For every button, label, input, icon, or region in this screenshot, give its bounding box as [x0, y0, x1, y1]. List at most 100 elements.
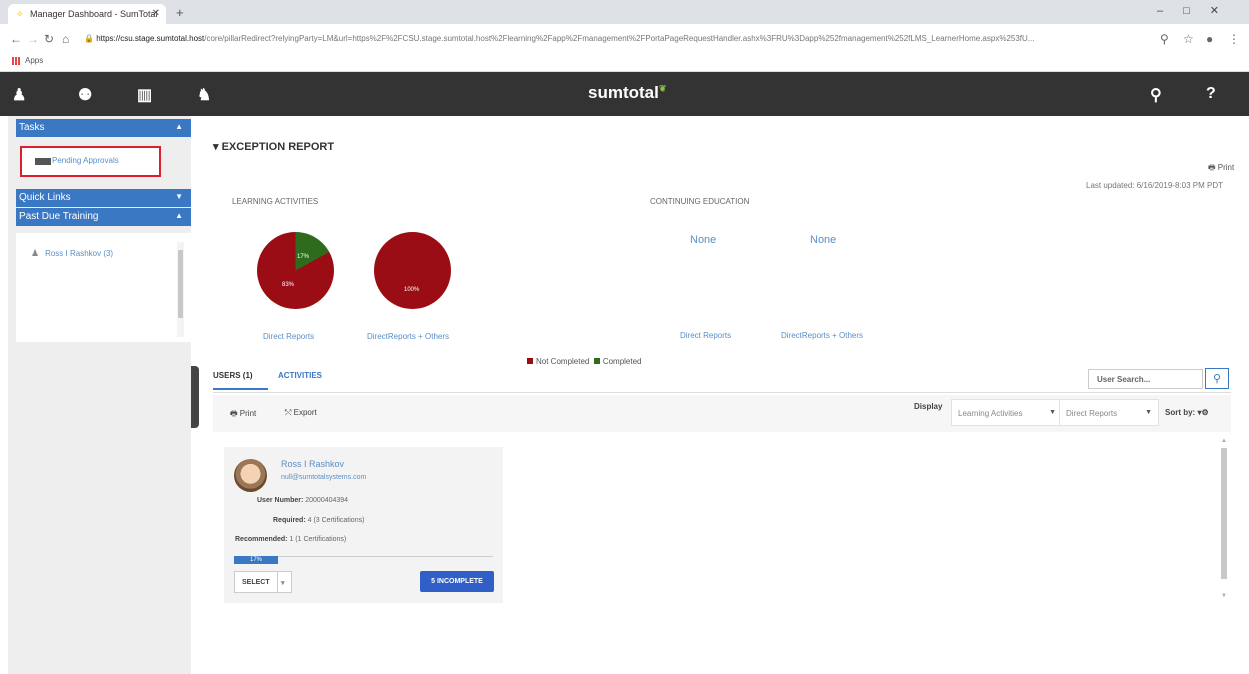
apps-grid-icon[interactable]	[12, 56, 21, 65]
bookmark-star-icon[interactable]: ☆	[1183, 32, 1194, 46]
print-button[interactable]: 🖶 Print	[230, 408, 256, 422]
continuing-education-heading: CONTINUING EDUCATION	[650, 197, 750, 206]
scrollbar-thumb[interactable]	[178, 250, 183, 318]
report-tabs: USERS (1) ACTIVITIES	[213, 368, 1231, 393]
forward-icon[interactable]: →	[27, 32, 39, 46]
new-tab-icon[interactable]: +	[176, 5, 184, 20]
sort-by-label: Sort by:	[1165, 408, 1196, 417]
browser-tab[interactable]: ✧ Manager Dashboard - SumTotal ✕	[8, 4, 166, 24]
user-name-link[interactable]: Ross I Rashkov	[281, 459, 344, 469]
caret-down-icon[interactable]: ▾	[277, 572, 291, 592]
browser-tab-title: Manager Dashboard - SumTotal	[30, 9, 158, 19]
ce-none-direct: None	[690, 234, 717, 246]
user-search-input[interactable]: User Search...	[1088, 369, 1203, 389]
required-value: 4 (3 Certifications)	[307, 517, 365, 524]
app-header: ♟ ⚉ ▥ ♞ sumtotal❦ ⚲ ?	[0, 72, 1249, 116]
scroll-down-icon[interactable]: ▼	[1221, 593, 1227, 599]
scroll-up-icon[interactable]: ▲	[1221, 438, 1227, 444]
menu-icon[interactable]: ⋮	[1228, 32, 1240, 46]
tasks-header[interactable]: Tasks ▲	[16, 119, 191, 137]
tab-users[interactable]: USERS (1)	[213, 371, 268, 390]
past-due-item-label: Ross I Rashkov (3)	[45, 249, 114, 258]
team-icon[interactable]: ⚉	[78, 85, 92, 105]
sort-by-control[interactable]: Sort by: ▾⚙	[1165, 408, 1209, 417]
logo-leaf-icon: ❦	[658, 83, 667, 94]
back-icon[interactable]: ←	[10, 32, 22, 46]
export-icon: ⤲	[285, 408, 292, 417]
print-label: Print	[1217, 163, 1235, 172]
pie-direct-reports[interactable]: 83% 17%	[257, 232, 334, 309]
display-reports-select[interactable]: Direct Reports ▼	[1059, 399, 1159, 426]
progress-fill: 17%	[234, 556, 279, 564]
search-button[interactable]: ⚲	[1205, 368, 1229, 389]
past-due-training-header[interactable]: Past Due Training ▲	[16, 208, 191, 226]
approval-icon	[35, 158, 51, 165]
print-button-label: Print	[239, 409, 257, 418]
logo-text: sumtotal	[588, 83, 659, 102]
pie1-completed-label: 17%	[297, 254, 310, 260]
apps-link[interactable]: Apps	[25, 56, 43, 65]
url-field[interactable]: 🔒 https://csu.stage.sumtotal.host/core/p…	[84, 30, 1194, 48]
user-icon[interactable]: ♟	[12, 85, 26, 105]
scrollbar-thumb[interactable]	[1221, 448, 1227, 579]
caret-down-icon: ▼	[1049, 409, 1056, 416]
chevron-up-icon: ▲	[175, 211, 183, 220]
la-direct-reports-others-link[interactable]: DirectReports + Others	[367, 332, 449, 341]
bookmarks-bar: Apps	[0, 54, 1249, 72]
sidebar-collapse-handle[interactable]	[191, 366, 199, 428]
select-button[interactable]: SELECT ▾	[234, 571, 292, 593]
search-icon[interactable]: ⚲	[1150, 85, 1162, 105]
pending-approvals-label: Pending Approvals	[52, 156, 119, 165]
list-toolbar: 🖶 Print ⤲ Export Display Learning Activi…	[213, 395, 1231, 432]
reload-icon[interactable]: ↻	[44, 32, 54, 46]
sumtotal-logo: sumtotal❦	[588, 83, 666, 103]
print-report-button[interactable]: 🖶 Print	[1208, 162, 1234, 176]
favicon-icon: ✧	[16, 9, 24, 19]
profile-icon[interactable]: ●	[1206, 32, 1213, 46]
user-card: Ross I Rashkov null@sumtotalsystems.com …	[224, 447, 503, 603]
pending-approvals-link[interactable]: Pending Approvals	[20, 146, 161, 177]
recommended-label: Recommended:	[235, 536, 288, 543]
select-label: SELECT	[242, 579, 270, 586]
past-due-item[interactable]: ♟ Ross I Rashkov (3)	[31, 248, 113, 259]
quick-links-label: Quick Links	[19, 192, 71, 203]
tasks-label: Tasks	[19, 122, 45, 133]
user-email-link[interactable]: null@sumtotalsystems.com	[281, 474, 366, 481]
search-icon: ⚲	[1212, 373, 1222, 385]
browser-tab-bar: ✧ Manager Dashboard - SumTotal ✕ + –□✕	[0, 0, 1249, 24]
la-direct-reports-link[interactable]: Direct Reports	[263, 332, 314, 341]
sidebar-scrollbar[interactable]	[177, 242, 184, 337]
display-activities-select[interactable]: Learning Activities ▼	[951, 399, 1063, 426]
pie1-not-completed-label: 83%	[282, 282, 295, 288]
pie-direct-reports-others[interactable]: 100%	[374, 232, 451, 309]
close-tab-icon[interactable]: ✕	[152, 8, 160, 19]
tab-activities[interactable]: ACTIVITIES	[278, 371, 322, 380]
person-icon: ♟	[31, 248, 40, 258]
gear-icon: ▾⚙	[1197, 408, 1209, 417]
sidebar: Tasks ▲ Pending Approvals Quick Links ▼ Pa…	[8, 116, 191, 674]
chart-legend: Not Completed Completed	[527, 357, 642, 366]
ce-direct-reports-others-link[interactable]: DirectReports + Others	[781, 331, 863, 340]
zoom-icon[interactable]: ⚲	[1160, 32, 1169, 46]
user-number-value: 20000404394	[305, 497, 349, 504]
window-controls[interactable]: –□✕	[1157, 4, 1239, 17]
user-number-label: User Number:	[257, 497, 304, 504]
incomplete-button[interactable]: 5 INCOMPLETE	[420, 571, 494, 592]
library-icon[interactable]: ▥	[137, 85, 152, 105]
url-domain: https://csu.stage.sumtotal.host	[96, 34, 205, 43]
legend-swatch-completed	[593, 358, 600, 364]
recommended-value: 1 (1 Certifications)	[289, 536, 347, 543]
help-icon[interactable]: ?	[1206, 85, 1216, 103]
learning-activities-heading: LEARNING ACTIVITIES	[232, 197, 319, 206]
manager-icon[interactable]: ♞	[197, 85, 211, 105]
chevron-up-icon: ▲	[175, 122, 183, 131]
quick-links-header[interactable]: Quick Links ▼	[16, 189, 191, 207]
ce-direct-reports-link[interactable]: Direct Reports	[680, 331, 731, 340]
display-label: Display	[914, 402, 943, 411]
export-button[interactable]: ⤲ Export	[285, 408, 317, 418]
home-icon[interactable]: ⌂	[62, 32, 69, 46]
url-path: /core/pillarRedirect?relyingParty=LM&url…	[204, 34, 1035, 43]
main-scrollbar[interactable]: ▲ ▼	[1219, 438, 1229, 603]
exception-report-title[interactable]: ▾ EXCEPTION REPORT	[213, 140, 334, 153]
pie2-label: 100%	[404, 287, 420, 293]
